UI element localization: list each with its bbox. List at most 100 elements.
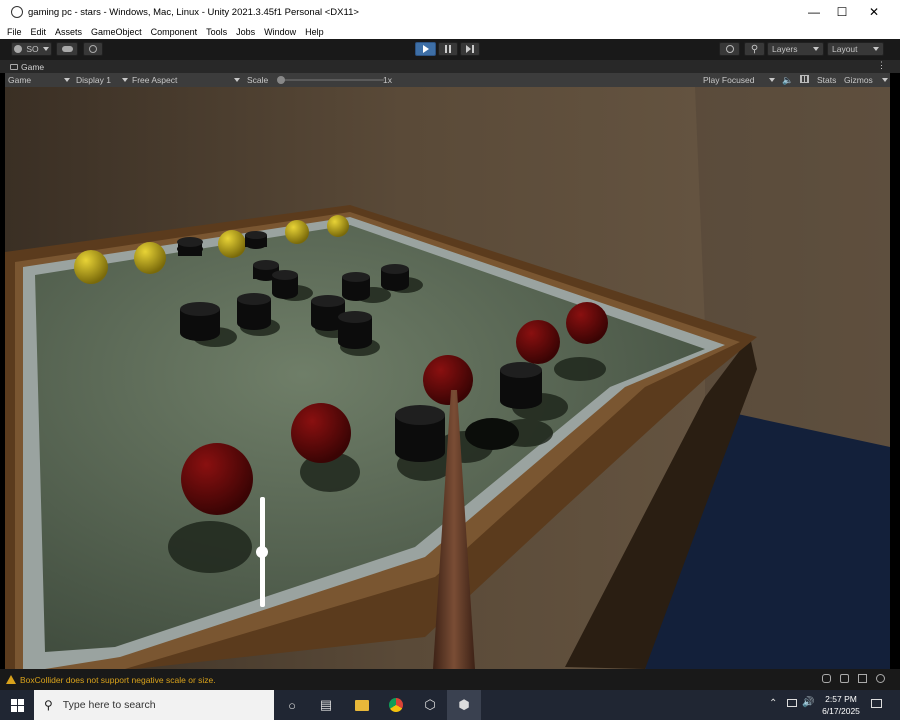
chevron-down-icon xyxy=(882,78,888,82)
tab-bar: Game ⋮ xyxy=(0,60,900,73)
search-placeholder: Type here to search xyxy=(62,699,156,711)
stats-button[interactable]: Stats xyxy=(817,75,836,85)
play-focused-dropdown[interactable]: Play Focused xyxy=(703,75,775,85)
account-label: SO xyxy=(26,44,39,54)
gizmos-label: Gizmos xyxy=(844,75,873,85)
chrome-icon[interactable] xyxy=(379,690,413,720)
menu-window[interactable]: Window xyxy=(264,27,296,37)
network-tray-icon[interactable] xyxy=(787,699,797,707)
console-warning[interactable]: BoxCollider does not support negative sc… xyxy=(6,675,216,685)
task-view-icon[interactable]: ▤ xyxy=(309,690,343,720)
play-button[interactable] xyxy=(415,42,436,56)
chevron-down-icon xyxy=(122,78,128,82)
network-icon[interactable] xyxy=(858,674,867,683)
menu-file[interactable]: File xyxy=(7,27,22,37)
account-dropdown[interactable]: SO xyxy=(11,42,52,56)
notification-icon[interactable] xyxy=(871,699,882,708)
collab-button[interactable] xyxy=(83,42,103,56)
menu-bar: File Edit Assets GameObject Component To… xyxy=(0,24,900,39)
search-icon: ⚲ xyxy=(44,698,53,712)
clock-time: 2:57 PM xyxy=(825,694,857,704)
game-scene xyxy=(5,87,890,669)
game-mode-dropdown[interactable]: Game xyxy=(8,75,70,85)
check-icon[interactable] xyxy=(876,674,885,683)
menu-jobs[interactable]: Jobs xyxy=(236,27,255,37)
more-options-icon[interactable]: ⋮ xyxy=(877,60,886,71)
game-viewport[interactable] xyxy=(5,87,890,669)
clock-date: 6/17/2025 xyxy=(822,706,860,716)
step-icon xyxy=(466,45,471,53)
chevron-down-icon xyxy=(234,78,240,82)
chevron-down-icon xyxy=(813,47,819,51)
warning-icon xyxy=(6,675,16,684)
tab-game-label: Game xyxy=(21,61,45,72)
game-view-toolbar: Game Display 1 Free Aspect Scale 1x Play… xyxy=(5,73,890,87)
maximize-button[interactable]: ☐ xyxy=(826,0,858,24)
taskbar-clock[interactable]: 2:57 PM 6/17/2025 xyxy=(818,693,864,717)
file-explorer-icon[interactable] xyxy=(345,690,379,720)
search-button[interactable]: ⚲ xyxy=(744,42,765,56)
windows-taskbar: ⚲ Type here to search ○ ▤ ⬡ ⬢ ⌃ 🔊 2:57 P… xyxy=(0,690,900,720)
layout-dropdown[interactable]: Layout xyxy=(827,42,884,56)
menu-component[interactable]: Component xyxy=(151,27,198,37)
history-icon xyxy=(725,45,734,53)
layout-label: Layout xyxy=(832,44,858,54)
scale-slider-track[interactable] xyxy=(281,79,384,81)
display-label: Display 1 xyxy=(76,75,111,85)
status-bar: BoxCollider does not support negative sc… xyxy=(0,669,900,690)
play-focused-label: Play Focused xyxy=(703,75,755,85)
cloud-icon xyxy=(61,46,73,52)
layers-label: Layers xyxy=(772,44,798,54)
volume-icon[interactable]: 🔊 xyxy=(802,697,814,708)
collab-icon xyxy=(89,45,97,53)
table-hole xyxy=(465,418,519,450)
database-icon[interactable] xyxy=(840,674,849,683)
menu-assets[interactable]: Assets xyxy=(55,27,82,37)
aspect-dropdown[interactable]: Free Aspect xyxy=(132,75,240,85)
gizmos-dropdown[interactable]: Gizmos xyxy=(844,75,888,85)
tab-game[interactable]: Game xyxy=(10,62,44,72)
layers-dropdown[interactable]: Layers xyxy=(767,42,824,56)
history-button[interactable] xyxy=(719,42,740,56)
taskbar-search[interactable]: ⚲ Type here to search xyxy=(34,690,274,720)
window-title: gaming pc - stars - Windows, Mac, Linux … xyxy=(28,6,359,18)
start-button[interactable] xyxy=(0,690,34,720)
scale-value: 1x xyxy=(383,75,392,85)
chevron-down-icon xyxy=(64,78,70,82)
step-button[interactable] xyxy=(460,42,480,56)
display-dropdown[interactable]: Display 1 xyxy=(76,75,128,85)
speaker-icon[interactable]: 🔈 xyxy=(782,75,793,86)
menu-edit[interactable]: Edit xyxy=(31,27,47,37)
windows-logo-icon xyxy=(10,698,24,712)
chevron-down-icon xyxy=(42,47,49,51)
main-toolbar: SO ⚲ Layers Layout xyxy=(0,39,900,60)
bug-icon[interactable] xyxy=(822,674,831,683)
window-titlebar: gaming pc - stars - Windows, Mac, Linux … xyxy=(0,0,900,24)
search-icon: ⚲ xyxy=(750,43,759,55)
grid-icon[interactable] xyxy=(800,75,809,83)
scale-label: Scale xyxy=(247,75,269,85)
warning-text: BoxCollider does not support negative sc… xyxy=(20,674,216,685)
pause-icon xyxy=(445,45,451,53)
aspect-label: Free Aspect xyxy=(132,75,178,85)
unity-editor-icon[interactable]: ⬢ xyxy=(447,690,481,720)
chevron-up-icon[interactable]: ⌃ xyxy=(769,698,777,709)
chevron-down-icon xyxy=(769,78,775,82)
scale-slider-handle[interactable] xyxy=(277,76,285,84)
close-button[interactable]: ✕ xyxy=(858,0,890,24)
step-bar-icon xyxy=(472,45,474,53)
pause-button[interactable] xyxy=(438,42,458,56)
unity-logo-icon xyxy=(11,6,23,18)
menu-tools[interactable]: Tools xyxy=(206,27,227,37)
cortana-icon[interactable]: ○ xyxy=(275,690,309,720)
game-view-icon xyxy=(10,63,18,70)
menu-gameobject[interactable]: GameObject xyxy=(91,27,142,37)
account-icon xyxy=(14,45,23,53)
play-icon xyxy=(422,45,429,53)
cloud-button[interactable] xyxy=(56,42,78,56)
chevron-down-icon xyxy=(873,47,879,51)
unity-hub-icon[interactable]: ⬡ xyxy=(413,690,447,720)
menu-help[interactable]: Help xyxy=(305,27,324,37)
game-mode-label: Game xyxy=(8,75,32,85)
power-slider-handle xyxy=(256,546,268,558)
